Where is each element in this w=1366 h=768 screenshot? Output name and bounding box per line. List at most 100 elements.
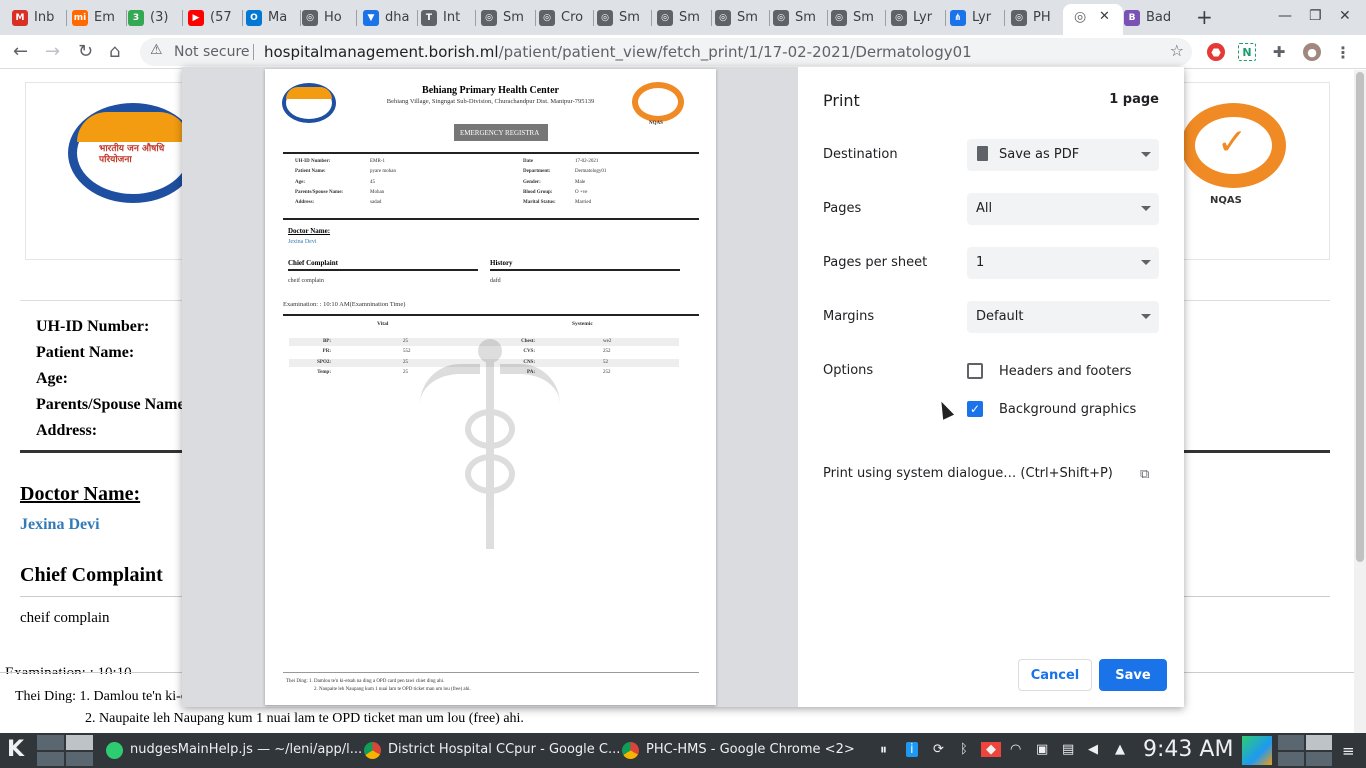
browser-tab[interactable]: ◎ Sm bbox=[773, 6, 825, 29]
tab-label: Ho bbox=[324, 10, 342, 25]
browser-tab[interactable]: ◎ Lyr bbox=[891, 6, 943, 29]
close-tab-icon[interactable]: ✕ bbox=[1099, 9, 1110, 24]
clipboard-icon[interactable]: ▤ bbox=[1062, 742, 1074, 757]
tab-favicon-icon: ◎ bbox=[657, 9, 673, 26]
pv-field-value: Married bbox=[575, 200, 592, 206]
address-bar[interactable]: ⚠ Not secure hospitalmanagement.borish.m… bbox=[140, 38, 1192, 66]
taskbar-item-label: District Hospital CCpur - Google C... bbox=[388, 742, 621, 757]
pv-vital-cell: 52 bbox=[603, 359, 608, 365]
bluetooth-icon[interactable]: ᛒ bbox=[960, 742, 968, 757]
browser-tab[interactable]: ⋔ Lyr bbox=[950, 6, 1002, 29]
pages-per-sheet-select[interactable]: 1 bbox=[967, 247, 1159, 279]
browser-tab[interactable]: ◎ Sm bbox=[597, 6, 649, 29]
show-desktop-icon[interactable] bbox=[1242, 736, 1272, 765]
restore-icon[interactable]: ❐ bbox=[1309, 8, 1322, 24]
pause-icon[interactable]: ⏸ bbox=[880, 742, 887, 758]
tab-label: Sm bbox=[619, 10, 640, 25]
browser-tab[interactable]: ◎ Sm bbox=[715, 6, 767, 29]
headers-footers-label[interactable]: Headers and footers bbox=[999, 364, 1132, 379]
scrollbar-thumb[interactable] bbox=[1356, 72, 1364, 562]
home-icon[interactable]: ⌂ bbox=[109, 41, 120, 62]
headers-footers-checkbox[interactable] bbox=[967, 363, 983, 379]
tab-favicon-icon: ◎ bbox=[773, 9, 789, 26]
pages-label: Pages bbox=[823, 201, 862, 216]
pv-field-value: O +ve bbox=[575, 189, 588, 195]
browser-tab[interactable]: ◎ Ho bbox=[302, 6, 354, 29]
print-dialog: Behiang Primary Health Center Behiang Vi… bbox=[182, 67, 1184, 707]
pager-mini[interactable] bbox=[1278, 735, 1332, 766]
extensions-puzzle-icon[interactable]: ✚ bbox=[1270, 43, 1288, 61]
adblock-icon[interactable]: ⬣ bbox=[1207, 43, 1225, 61]
bookmark-star-icon[interactable]: ☆ bbox=[1170, 41, 1184, 60]
warning-icon: ⚠ bbox=[150, 42, 163, 58]
browser-tab[interactable]: ◎ Sm bbox=[657, 6, 709, 29]
wifi-icon[interactable]: ◠ bbox=[1010, 742, 1021, 757]
browser-tab[interactable]: M Inb bbox=[12, 6, 64, 29]
browser-tab[interactable]: ◎ Sm bbox=[481, 6, 533, 29]
browser-tab[interactable]: ◎ PH bbox=[1011, 6, 1063, 29]
tab-favicon-icon: ◎ bbox=[891, 9, 907, 26]
background-graphics-checkbox[interactable]: ✓ bbox=[967, 401, 983, 417]
taskbar-item[interactable]: District Hospital CCpur - Google C... bbox=[358, 735, 620, 766]
pager-desktops[interactable] bbox=[37, 735, 93, 766]
system-dialog-link[interactable]: Print using system dialogue… (Ctrl+Shift… bbox=[823, 466, 1113, 481]
browser-tab[interactable]: T Int bbox=[421, 6, 473, 29]
tab-favicon-icon: ◎ bbox=[831, 9, 847, 26]
browser-tab[interactable]: O Ma bbox=[246, 6, 298, 29]
print-preview-pane: Behiang Primary Health Center Behiang Vi… bbox=[182, 67, 798, 707]
kde-launcher-icon[interactable]: K bbox=[7, 737, 24, 762]
tab-label: Lyr bbox=[972, 10, 992, 25]
tab-favicon-icon: M bbox=[12, 9, 28, 26]
label-age: Age: bbox=[36, 370, 68, 387]
tab-label: Sm bbox=[679, 10, 700, 25]
extension-n-icon[interactable]: N bbox=[1238, 43, 1256, 61]
menu-dots-icon[interactable]: ⋮ bbox=[1334, 43, 1352, 62]
update-icon[interactable]: ⟳ bbox=[933, 742, 944, 757]
browser-tab[interactable]: 3 (3) bbox=[128, 6, 180, 29]
preview-page: Behiang Primary Health Center Behiang Vi… bbox=[265, 69, 716, 705]
cancel-button[interactable]: Cancel bbox=[1018, 659, 1092, 691]
taskbar-item[interactable]: PHC-HMS - Google Chrome <2> bbox=[616, 735, 866, 766]
close-window-icon[interactable]: ✕ bbox=[1339, 8, 1351, 24]
forward-icon[interactable]: → bbox=[45, 41, 60, 62]
emergency-banner: EMERGENCY REGISTRA bbox=[454, 124, 548, 141]
clock[interactable]: 9:43 AM bbox=[1143, 737, 1233, 762]
open-external-icon[interactable]: ⧉ bbox=[1140, 467, 1149, 482]
new-tab-button[interactable]: + bbox=[1196, 5, 1213, 29]
reload-icon[interactable]: ↻ bbox=[78, 41, 93, 62]
volume-icon[interactable]: ◀ bbox=[1088, 742, 1098, 757]
destination-select[interactable]: Save as PDF bbox=[967, 139, 1159, 171]
browser-tab[interactable]: ▼ dha bbox=[363, 6, 415, 29]
pages-select[interactable]: All bbox=[967, 193, 1159, 225]
pv-history-text: dafd bbox=[490, 278, 501, 284]
nqas-logo-small bbox=[632, 82, 684, 122]
panel-menu-icon[interactable]: ≡ bbox=[1342, 742, 1355, 760]
profile-avatar[interactable]: ● bbox=[1303, 43, 1321, 61]
tab-label: dha bbox=[385, 10, 410, 25]
taskbar-item[interactable]: nudgesMainHelp.js — ~/leni/app/l... bbox=[100, 735, 362, 766]
pv-vital-cell: 25 bbox=[403, 369, 408, 375]
background-graphics-label[interactable]: Background graphics bbox=[999, 402, 1136, 417]
lock-icon[interactable]: ▣ bbox=[1036, 742, 1048, 757]
back-icon[interactable]: ← bbox=[13, 41, 28, 62]
margins-select[interactable]: Default bbox=[967, 301, 1159, 333]
caduceus-watermark bbox=[420, 339, 560, 549]
pv-vital-cell: 252 bbox=[603, 349, 611, 355]
nqas-caption: NQAS bbox=[649, 121, 663, 126]
browser-tab[interactable]: mi Em bbox=[72, 6, 124, 29]
pv-field-label: Parents/Spouse Name: bbox=[295, 189, 344, 195]
minimize-icon[interactable]: — bbox=[1278, 8, 1292, 24]
anydesk-icon[interactable]: ◆ bbox=[981, 742, 1001, 757]
footer-note-1: Thei Ding: 1. Damlou te'n ki-e bbox=[15, 689, 188, 704]
active-tab[interactable]: ◎ ✕ bbox=[1063, 4, 1123, 35]
pv-field-value: 17-02-2021 bbox=[575, 159, 599, 164]
browser-tab[interactable]: ◎ Cro bbox=[539, 6, 591, 29]
browser-tab[interactable]: B Bad bbox=[1124, 6, 1176, 29]
save-button[interactable]: Save bbox=[1099, 659, 1167, 691]
browser-tab[interactable]: ◎ Sm bbox=[831, 6, 883, 29]
url-text[interactable]: hospitalmanagement.borish.ml/patient/pat… bbox=[264, 43, 972, 61]
info-icon[interactable]: i bbox=[906, 742, 918, 757]
tray-expand-icon[interactable]: ▲ bbox=[1115, 742, 1125, 757]
browser-tab[interactable]: ▶ (57 bbox=[188, 6, 240, 29]
pv-chief-text: cheif complain bbox=[288, 278, 324, 284]
